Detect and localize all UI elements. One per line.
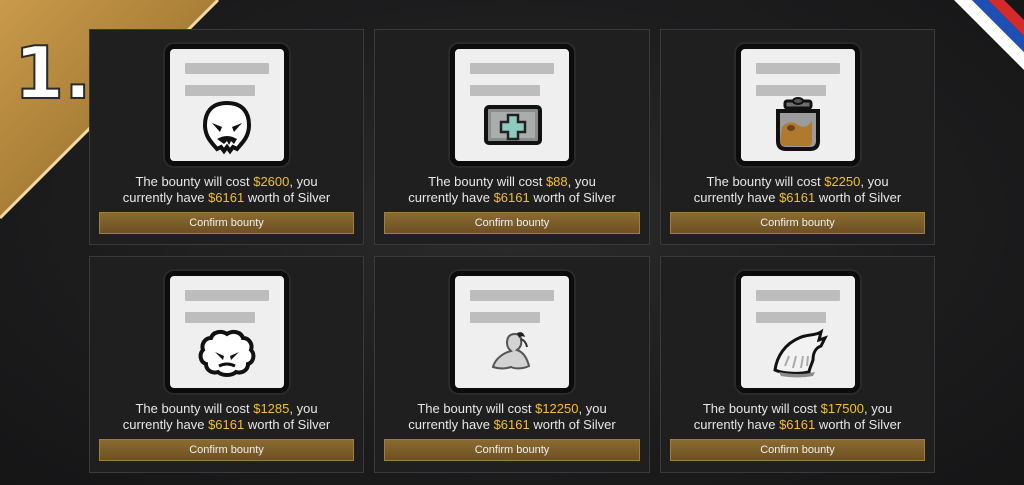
- bounty-card: The bounty will cost $2600, you currentl…: [89, 29, 364, 245]
- message-text: , you: [289, 401, 318, 416]
- message-text: The bounty will cost: [706, 174, 825, 189]
- ghoul-statue-icon: [491, 332, 531, 370]
- message-text: , you: [289, 174, 318, 189]
- bounty-cost: $88: [545, 174, 568, 189]
- message-text: , you: [860, 174, 889, 189]
- jar-icon: [775, 97, 820, 151]
- bounty-message: The bounty will cost $2600, you currentl…: [90, 174, 363, 206]
- bounty-poster: [164, 44, 289, 166]
- confirm-bounty-button[interactable]: Confirm bounty: [670, 439, 925, 461]
- bounty-cost: $2250: [824, 174, 861, 189]
- bounty-card: The bounty will cost $1285, you currentl…: [89, 256, 364, 473]
- bounty-cost: $1285: [253, 401, 290, 416]
- bounty-card: The bounty will cost $2250, you currentl…: [660, 29, 935, 245]
- bounty-cost: $17500: [820, 401, 864, 416]
- message-text: worth of Silver: [529, 190, 616, 205]
- bounty-card: The bounty will cost $88, you currently …: [374, 29, 650, 245]
- silver-amount: $6161: [208, 417, 245, 432]
- bounty-message: The bounty will cost $2250, you currentl…: [661, 174, 934, 206]
- message-text: The bounty will cost: [428, 174, 546, 189]
- message-text: The bounty will cost: [135, 174, 254, 189]
- message-text: currently have: [122, 417, 209, 432]
- message-text: worth of Silver: [244, 190, 331, 205]
- bounty-poster: [450, 271, 574, 393]
- silver-amount: $6161: [779, 190, 816, 205]
- bounty-cost: $12250: [535, 401, 579, 416]
- silver-amount: $6161: [493, 417, 530, 432]
- bounty-poster: [735, 271, 860, 393]
- silver-amount: $6161: [208, 190, 245, 205]
- bounty-card: The bounty will cost $12250, you current…: [374, 256, 650, 473]
- bounty-card: The bounty will cost $17500, you current…: [660, 256, 935, 473]
- confirm-bounty-button[interactable]: Confirm bounty: [670, 212, 925, 234]
- message-text: currently have: [408, 190, 494, 205]
- message-text: currently have: [693, 417, 780, 432]
- message-text: The bounty will cost: [135, 401, 254, 416]
- silver-amount: $6161: [779, 417, 816, 432]
- message-text: , you: [578, 401, 607, 416]
- bounty-cost: $2600: [253, 174, 290, 189]
- bounty-message: The bounty will cost $88, you currently …: [375, 174, 649, 206]
- medkit-icon: [484, 105, 542, 145]
- message-text: worth of Silver: [529, 417, 616, 432]
- confirm-bounty-button[interactable]: Confirm bounty: [384, 439, 640, 461]
- bounty-message: The bounty will cost $12250, you current…: [375, 401, 649, 433]
- language-flag-icon[interactable]: [954, 0, 1024, 70]
- message-text: , you: [863, 401, 893, 416]
- bounty-poster: [735, 44, 860, 166]
- message-text: The bounty will cost: [417, 401, 536, 416]
- fluffy-head-icon: [198, 329, 255, 377]
- message-text: The bounty will cost: [702, 401, 821, 416]
- message-text: currently have: [408, 417, 494, 432]
- message-text: worth of Silver: [244, 417, 331, 432]
- confirm-bounty-button[interactable]: Confirm bounty: [384, 212, 640, 234]
- message-text: currently have: [122, 190, 209, 205]
- bounty-poster: [164, 271, 289, 393]
- message-text: worth of Silver: [815, 417, 902, 432]
- skull-mask-icon: [202, 100, 251, 155]
- bounty-message: The bounty will cost $17500, you current…: [661, 401, 934, 433]
- bounty-poster: [450, 44, 574, 166]
- bounty-message: The bounty will cost $1285, you currentl…: [90, 401, 363, 433]
- silver-amount: $6161: [493, 190, 530, 205]
- message-text: worth of Silver: [815, 190, 902, 205]
- message-text: currently have: [693, 190, 780, 205]
- confirm-bounty-button[interactable]: Confirm bounty: [99, 212, 354, 234]
- message-text: , you: [567, 174, 596, 189]
- confirm-bounty-button[interactable]: Confirm bounty: [99, 439, 354, 461]
- fur-pelt-icon: [772, 328, 828, 378]
